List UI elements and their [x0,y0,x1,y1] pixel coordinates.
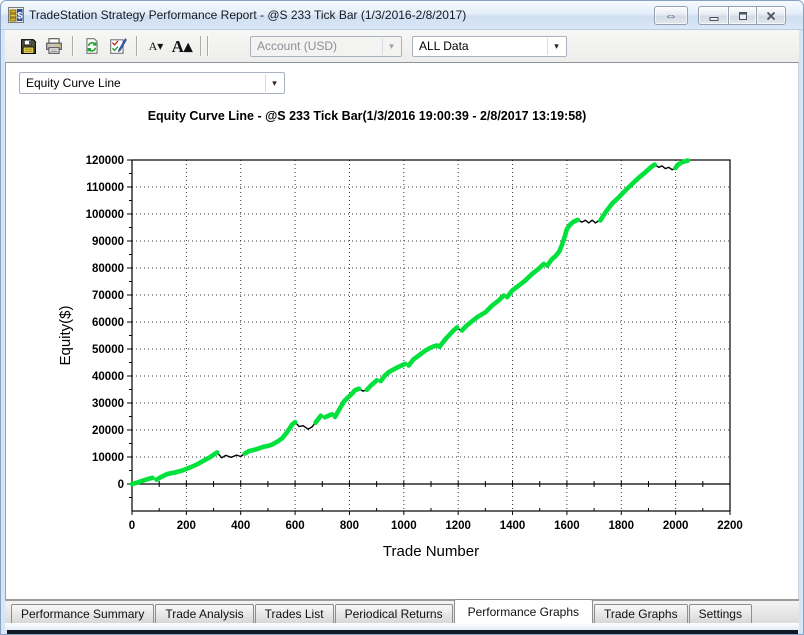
svg-text:1400: 1400 [500,520,526,532]
chevron-down-icon: ▾ [382,37,400,55]
account-combobox-value: Account (USD) [257,39,338,53]
window-bottom-strip [5,623,799,630]
svg-text:1600: 1600 [554,520,580,532]
print-button[interactable] [41,33,67,59]
svg-text:80000: 80000 [92,263,124,275]
svg-text:600: 600 [285,520,304,532]
svg-text:30000: 30000 [92,398,124,410]
report-content: Equity Curve Line ▾ Equity Curve Line - … [5,63,799,599]
minimize-button[interactable] [698,6,729,25]
save-icon [20,38,36,54]
account-combobox[interactable]: Account (USD) ▾ [250,35,402,57]
graph-type-combobox-value: Equity Curve Line [26,76,121,90]
titlebar: $ TradeStation Strategy Performance Repo… [1,1,803,30]
svg-text:1000: 1000 [391,520,417,532]
svg-text:$: $ [17,11,22,21]
svg-text:120000: 120000 [86,155,124,167]
print-icon [46,38,62,54]
tab-settings[interactable]: Settings [688,604,752,623]
svg-text:800: 800 [340,520,359,532]
font-increase-button[interactable]: A▴ [169,33,195,59]
svg-text:100000: 100000 [86,209,124,221]
performance-report-window: $ TradeStation Strategy Performance Repo… [0,0,804,635]
svg-text:1200: 1200 [445,520,471,532]
font-decrease-button[interactable]: A▾ [143,33,169,59]
refresh-button[interactable] [79,33,105,59]
toolbar-separator [200,36,202,56]
format-report-icon [110,38,127,54]
chevron-down-icon: ▾ [547,37,565,55]
toolbar-separator [136,36,138,56]
font-increase-icon: A▴ [171,36,193,56]
equity-chart-svg: 0100002000030000400005000060000700008000… [57,155,743,560]
svg-text:50000: 50000 [92,344,124,356]
tab-trade-graphs[interactable]: Trade Graphs [594,604,688,623]
app-icon: $ [8,7,24,23]
window-controls [698,6,786,25]
svg-text:10000: 10000 [92,452,124,464]
dock-icon: ⇔ [664,8,678,23]
svg-text:200: 200 [177,520,196,532]
svg-text:2200: 2200 [717,520,743,532]
svg-text:110000: 110000 [86,182,124,194]
format-report-button[interactable] [105,33,131,59]
svg-text:90000: 90000 [92,236,124,248]
restore-button[interactable] [728,6,757,25]
data-range-combobox-value: ALL Data [419,39,469,53]
svg-text:Equity($): Equity($) [57,305,74,365]
tab-periodical-returns[interactable]: Periodical Returns [334,604,453,623]
font-decrease-icon: A▾ [148,39,164,53]
save-button[interactable] [15,33,41,59]
minimize-icon [709,16,718,21]
tab-performance-graphs[interactable]: Performance Graphs [453,599,593,623]
tab-trades-list[interactable]: Trades List [254,604,334,623]
close-icon [766,11,776,20]
svg-text:Trade Number: Trade Number [383,543,479,560]
close-button[interactable] [756,6,786,25]
svg-text:1800: 1800 [608,520,634,532]
window-bottom-edge [7,630,798,634]
dock-window-button[interactable]: ⇔ [654,6,688,25]
refresh-icon [86,38,98,54]
svg-text:0: 0 [129,520,135,532]
svg-text:60000: 60000 [92,317,124,329]
restore-icon [738,11,747,20]
tab-trade-analysis[interactable]: Trade Analysis [155,604,254,623]
report-tabbar: Performance Summary Trade Analysis Trade… [5,599,799,623]
svg-text:2000: 2000 [663,520,689,532]
data-range-combobox[interactable]: ALL Data ▾ [412,35,567,57]
chart-title: Equity Curve Line - @S 233 Tick Bar(1/3/… [147,109,587,123]
svg-text:20000: 20000 [92,425,124,437]
svg-text:40000: 40000 [92,371,124,383]
graph-type-combobox[interactable]: Equity Curve Line ▾ [19,72,285,94]
svg-text:0: 0 [118,479,124,491]
svg-text:400: 400 [231,520,250,532]
toolbar-separator [72,36,74,56]
window-title: TradeStation Strategy Performance Report… [29,8,467,22]
chevron-down-icon: ▾ [265,74,283,92]
tab-performance-summary[interactable]: Performance Summary [11,604,155,623]
svg-text:70000: 70000 [92,290,124,302]
toolbar: A▾ A▴ Account (USD) ▾ ALL Data ▾ [5,30,799,63]
toolbar-separator [207,36,209,56]
